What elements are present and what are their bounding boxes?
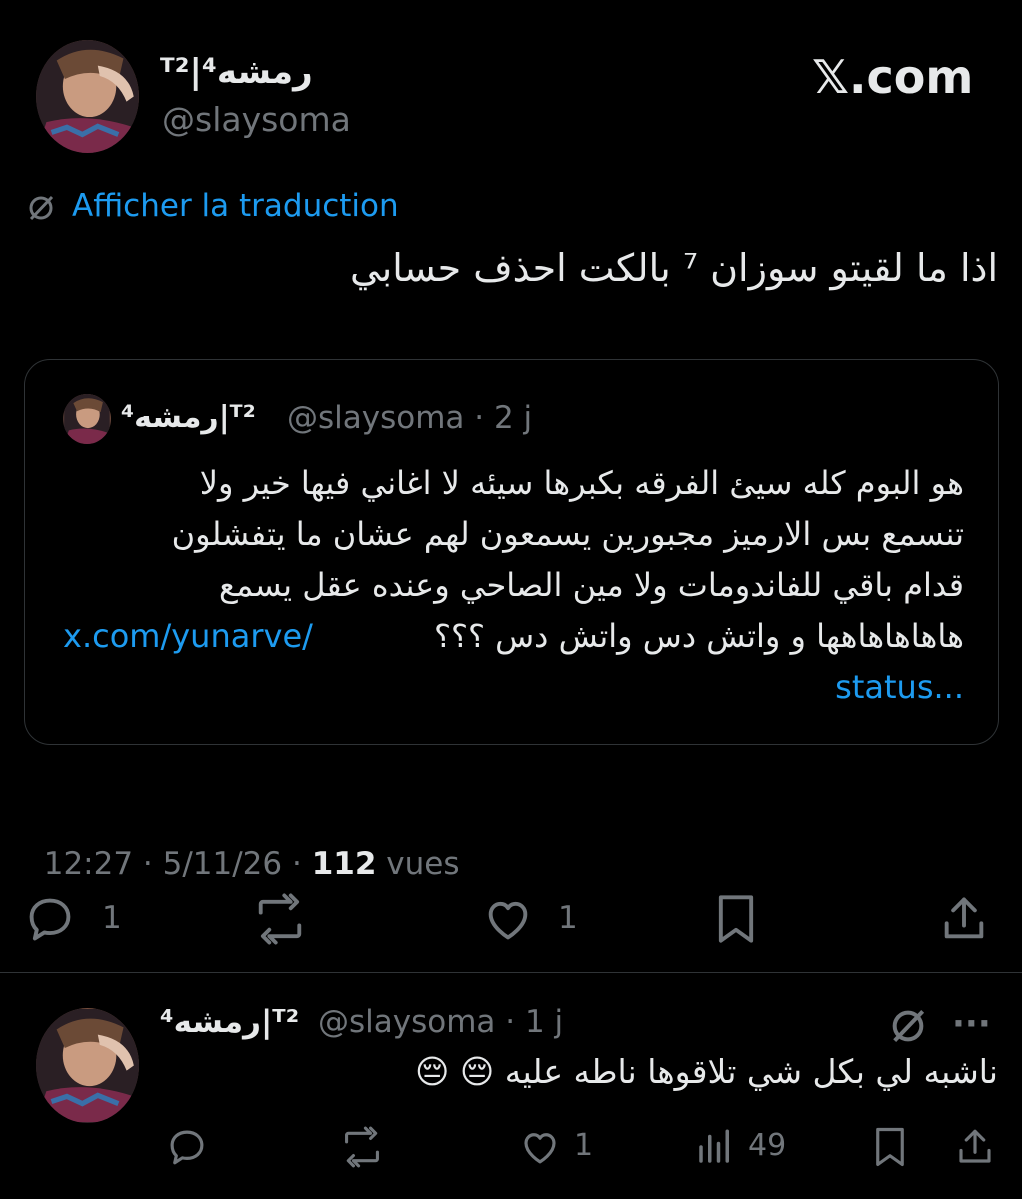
- show-translation-link[interactable]: Afficher la traduction: [72, 188, 399, 224]
- quote-line: هو البوم كله سيئ الفرقه بكبرها سيئه لا ا…: [199, 464, 964, 502]
- like-icon[interactable]: [518, 1126, 562, 1168]
- quoted-tweet[interactable]: رمشه⁴|ᵀ² @slaysoma · 2 j هو البوم كله سي…: [24, 359, 999, 745]
- like-count: 1: [574, 1128, 594, 1163]
- retweet-icon[interactable]: [250, 893, 310, 945]
- reply-icon[interactable]: [166, 1126, 208, 1168]
- meta-separator: ·: [282, 846, 312, 882]
- share-icon[interactable]: [938, 893, 990, 945]
- quote-line: هاهاهاهاهها و واتش دس واتش دس ؟؟؟: [433, 617, 964, 655]
- divider: [0, 972, 1022, 973]
- quote-display-name: رمشه⁴|ᵀ²: [121, 400, 256, 435]
- meta-separator: ·: [133, 846, 163, 882]
- bookmark-icon[interactable]: [870, 1126, 910, 1168]
- like-icon[interactable]: [480, 893, 536, 945]
- avatar[interactable]: [36, 40, 139, 153]
- reply-count: 1: [102, 900, 122, 936]
- user-handle[interactable]: @slaysoma: [162, 100, 351, 139]
- bookmark-icon[interactable]: [712, 893, 760, 945]
- share-icon[interactable]: [954, 1126, 996, 1168]
- views-count: 49: [748, 1128, 787, 1163]
- views-icon[interactable]: [694, 1126, 736, 1168]
- tweet-meta: 12:27 · 5/11/26 · 112 vues: [24, 810, 460, 882]
- reply-icon[interactable]: [24, 893, 76, 945]
- avatar: [63, 394, 111, 444]
- views-count: 112: [311, 846, 377, 882]
- like-count: 1: [558, 900, 578, 936]
- tweet-text: اذا ما لقيتو سوزان ⁷ بالكت احذف حسابي: [349, 246, 998, 290]
- reply-display-name[interactable]: رمشه⁴|ᵀ²: [160, 1004, 299, 1040]
- quote-line: تنسمع بس الارميز مجبورين يسمعون لهم عشان…: [171, 515, 964, 553]
- x-brand-logo: 𝕏.com: [812, 50, 974, 104]
- quote-line: قدام باقي للفاندومات ولا مين الصاحي وعند…: [219, 566, 964, 604]
- quote-link[interactable]: x.com/yunarve/: [63, 617, 313, 655]
- translate-icon[interactable]: [888, 1006, 928, 1046]
- views-label: vues: [386, 846, 460, 882]
- quote-link-continued[interactable]: status...: [835, 668, 964, 706]
- avatar[interactable]: [36, 1008, 139, 1123]
- display-name[interactable]: رمشه⁴|ᵀ²: [160, 52, 320, 92]
- reply-handle-time[interactable]: @slaysoma · 1 j: [318, 1004, 563, 1040]
- reply-text: ناشبه لي بكل شي تلاقوها ناطه عليه 😔 😔: [415, 1052, 998, 1091]
- more-options-icon[interactable]: ···: [952, 1004, 991, 1044]
- retweet-icon[interactable]: [338, 1126, 386, 1168]
- tweet-time[interactable]: 12:27: [44, 846, 133, 882]
- tweet-date[interactable]: 5/11/26: [163, 846, 283, 882]
- translate-icon: [26, 193, 56, 223]
- quote-handle-time: @slaysoma · 2 j: [287, 400, 533, 436]
